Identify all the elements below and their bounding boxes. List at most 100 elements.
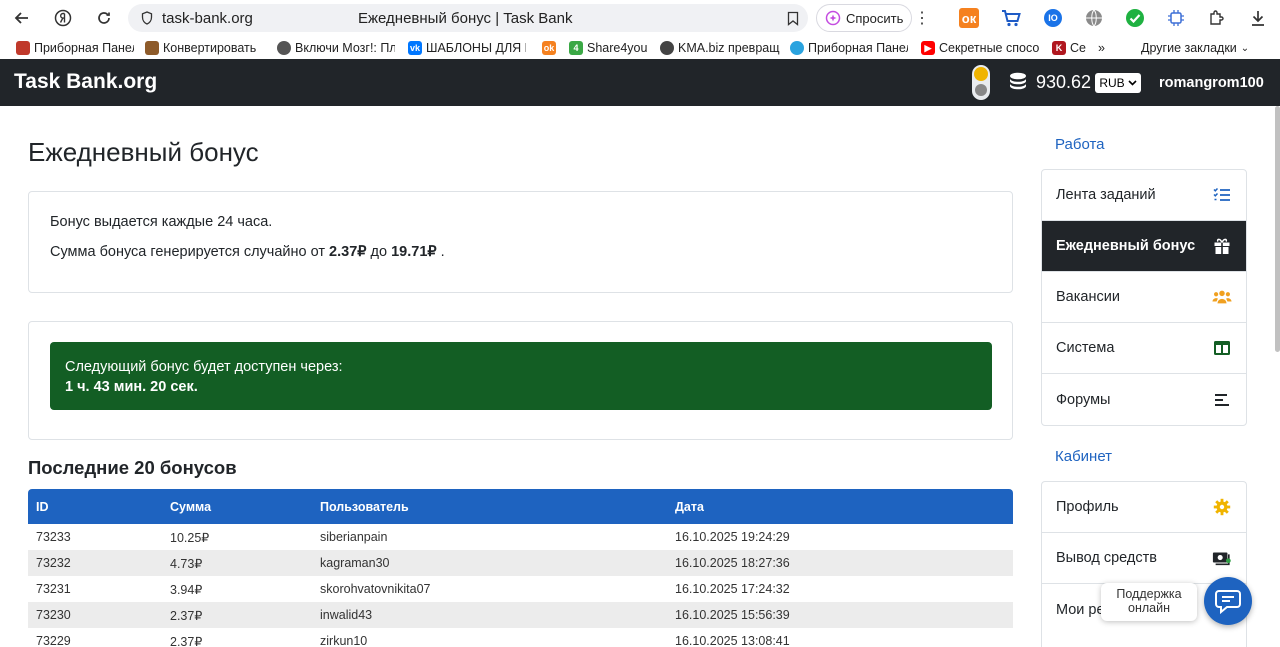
chevron-right-double-icon[interactable]: »	[1098, 40, 1112, 56]
other-bookmarks[interactable]: Другие закладки ⌄	[1141, 40, 1261, 56]
table-row: 73231 3.94₽ skorohvatovnikita07 16.10.20…	[28, 576, 1013, 602]
column-header-date: Дата	[675, 499, 704, 514]
columns-icon	[1212, 338, 1232, 358]
column-header-user: Пользователь	[320, 499, 409, 514]
balance-amount: 930.62	[1036, 72, 1092, 92]
ask-alice-button[interactable]: Спросить	[816, 4, 913, 32]
check-extension-icon[interactable]	[1123, 6, 1147, 30]
sidebar-item-label: Система	[1056, 340, 1115, 356]
page-scrollbar[interactable]	[1275, 106, 1280, 352]
next-bonus-alert: Следующий бонус будет доступен через: 1 …	[50, 342, 992, 410]
sidebar-item-label: Мои ре	[1056, 601, 1105, 618]
address-bar[interactable]: task-bank.org Ежедневный бонус | Task Ba…	[128, 4, 808, 32]
cell-date: 16.10.2025 13:08:41	[675, 634, 790, 647]
extensions-puzzle-icon[interactable]	[1205, 6, 1229, 30]
cell-amount: 4.73₽	[170, 556, 203, 571]
back-button[interactable]	[5, 3, 39, 33]
money-icon	[1212, 548, 1232, 568]
theme-toggle[interactable]	[972, 65, 990, 100]
cell-user: kagraman30	[320, 556, 390, 570]
reload-button[interactable]	[87, 3, 121, 33]
align-left-icon	[1212, 390, 1232, 410]
bookmark-item[interactable]: vk ШАБЛОНЫ ДЛЯ Р	[408, 40, 526, 56]
sidebar-item-profile[interactable]: Профиль	[1042, 482, 1246, 533]
gear-icon	[1212, 497, 1232, 517]
cell-user: inwalid43	[320, 608, 373, 622]
dashboard-icon	[16, 41, 30, 55]
alice-sparkle-icon	[825, 10, 841, 26]
cell-id: 73231	[36, 582, 71, 596]
k-icon: K	[1052, 41, 1066, 55]
downloads-icon[interactable]	[1246, 6, 1270, 30]
sidebar-heading-cabinet: Кабинет	[1055, 448, 1113, 465]
bookmark-item[interactable]: K Се	[1052, 40, 1088, 56]
bookmark-item[interactable]: Приборная Панель	[16, 40, 134, 56]
sidebar-item-label: Вывод средств	[1056, 550, 1157, 566]
next-bonus-label: Следующий бонус будет доступен через:	[65, 359, 343, 375]
username[interactable]: romangrom100	[1159, 75, 1264, 91]
users-icon	[1212, 287, 1232, 307]
browser-toolbar: task-bank.org Ежедневный бонус | Task Ba…	[0, 0, 1280, 36]
bookmark-item[interactable]: Конвертировать	[145, 40, 263, 56]
cart-extension-icon[interactable]	[999, 6, 1023, 30]
task-list-icon	[1212, 185, 1232, 205]
sun-icon	[974, 67, 988, 81]
cell-amount: 3.94₽	[170, 582, 203, 597]
bookmark-icon[interactable]	[778, 11, 808, 26]
currency-value: RUB	[1099, 76, 1125, 90]
sidebar-item-label: Вакансии	[1056, 289, 1120, 305]
cell-date: 16.10.2025 15:56:39	[675, 608, 790, 622]
bonus-interval-text: Бонус выдается каждые 24 часа.	[50, 214, 273, 230]
bookmark-item[interactable]: ▶ Секретные спосо	[921, 40, 1041, 56]
cell-id: 73233	[36, 530, 71, 544]
more-menu-icon[interactable]: ⋮	[914, 8, 930, 28]
table-row: 73230 2.37₽ inwalid43 16.10.2025 15:56:3…	[28, 602, 1013, 628]
ok-icon: ok	[542, 41, 556, 55]
sidebar-item-label: Лента заданий	[1056, 187, 1156, 203]
brain-icon	[277, 41, 291, 55]
support-tooltip[interactable]: Поддержка онлайн	[1101, 583, 1197, 621]
reload-icon	[98, 12, 110, 24]
globe-extension-icon[interactable]	[1082, 6, 1106, 30]
column-header-id: ID	[36, 499, 49, 514]
yandex-home-button[interactable]	[46, 3, 80, 33]
sidebar-work-menu: Лента заданий Ежедневный бонус Вакансии …	[1041, 169, 1247, 426]
moon-icon	[975, 84, 987, 96]
next-bonus-countdown: 1 ч. 43 мин. 20 сек.	[65, 379, 198, 395]
share4you-icon: 4	[569, 41, 583, 55]
currency-select[interactable]: RUB	[1095, 73, 1141, 93]
io-extension-icon[interactable]: IO	[1041, 6, 1065, 30]
bonus-info-card: Бонус выдается каждые 24 часа. Сумма бон…	[28, 191, 1013, 293]
bookmark-item[interactable]: 4 Share4you	[569, 40, 653, 56]
next-bonus-card: Следующий бонус будет доступен через: 1 …	[28, 321, 1013, 440]
site-logo[interactable]: Task Bank.org	[14, 70, 157, 94]
yandex-icon	[54, 9, 72, 27]
bookmark-item[interactable]: Приборная Панел	[790, 40, 908, 56]
tab-title: Ежедневный бонус | Task Bank	[358, 9, 573, 27]
sidebar-item-withdraw[interactable]: Вывод средств	[1042, 533, 1246, 584]
sidebar-item-task-feed[interactable]: Лента заданий	[1042, 170, 1246, 221]
sidebar-item-daily-bonus[interactable]: Ежедневный бонус	[1042, 221, 1246, 272]
bonus-range-prefix: Сумма бонуса генерируется случайно от	[50, 244, 330, 260]
table-row: 73229 2.37₽ zirkun10 16.10.2025 13:08:41	[28, 628, 1013, 647]
cell-date: 16.10.2025 18:27:36	[675, 556, 790, 570]
bookmarks-bar: Приборная Панель Конвертировать Включи М…	[0, 36, 1280, 59]
sidebar-item-label: Ежедневный бонус	[1056, 238, 1196, 254]
odnoklassniki-extension-icon[interactable]: ок	[957, 6, 981, 30]
cell-date: 16.10.2025 19:24:29	[675, 530, 790, 544]
recent-bonuses-table: ID Сумма Пользователь Дата 73233 10.25₽ …	[28, 489, 1013, 647]
bookmark-item[interactable]: Включи Мозг!: Пл	[277, 40, 395, 56]
cell-user: skorohvatovnikita07	[320, 582, 431, 596]
chevron-down-icon	[1128, 80, 1137, 86]
sidebar-item-system[interactable]: Система	[1042, 323, 1246, 374]
sidebar-item-forums[interactable]: Форумы	[1042, 374, 1246, 425]
page-title: Ежедневный бонус	[28, 137, 259, 167]
cell-id: 73232	[36, 556, 71, 570]
chip-extension-icon[interactable]	[1164, 6, 1188, 30]
sidebar-item-vacancies[interactable]: Вакансии	[1042, 272, 1246, 323]
youtube-icon: ▶	[921, 41, 935, 55]
bookmark-item[interactable]: KMA.biz превращ	[660, 40, 782, 56]
cell-amount: 2.37₽	[170, 634, 203, 647]
bookmark-item[interactable]: ok	[542, 40, 560, 56]
support-chat-button[interactable]	[1204, 577, 1252, 625]
